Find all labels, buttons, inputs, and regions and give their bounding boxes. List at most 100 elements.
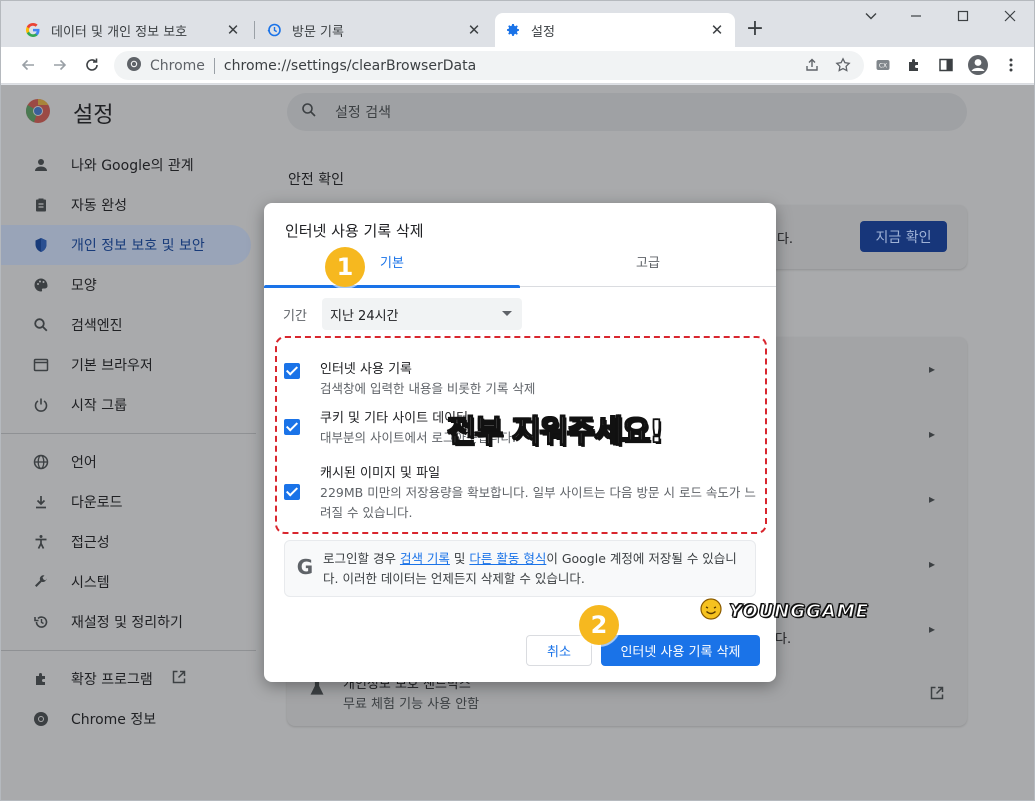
sidebar-item-privacy-security[interactable]: 개인 정보 보호 및 보안 — [1, 225, 251, 265]
chevron-right-icon: ▸ — [929, 362, 936, 376]
sidebar-item-reset[interactable]: 재설정 및 정리하기 — [1, 602, 256, 642]
tab-advanced[interactable]: 고급 — [520, 249, 776, 287]
download-icon — [31, 492, 51, 512]
google-g-icon — [25, 22, 41, 38]
sidebar-item-search-engine[interactable]: 검색엔진 — [1, 305, 256, 345]
external-link-icon[interactable] — [929, 685, 945, 705]
clear-data-button[interactable]: 인터넷 사용 기록 삭제 — [601, 635, 760, 666]
sidebar-item-about-chrome[interactable]: Chrome 정보 — [1, 699, 256, 739]
sidebar-item-languages[interactable]: 언어 — [1, 442, 256, 482]
privacy-card-text: 다. — [775, 632, 792, 647]
bookmark-star-icon[interactable] — [831, 53, 855, 77]
share-icon[interactable] — [800, 53, 824, 77]
tab-close-button[interactable]: ✕ — [466, 22, 482, 38]
power-icon — [31, 395, 51, 415]
back-button[interactable] — [16, 53, 40, 77]
tab-close-button[interactable]: ✕ — [709, 22, 725, 38]
option-title: 인터넷 사용 기록 — [320, 362, 412, 377]
tab-history[interactable]: 방문 기록 ✕ — [256, 13, 492, 47]
option-title: 쿠키 및 기타 사이트 데이터 — [320, 411, 469, 426]
sidebar-item-label: 언어 — [71, 455, 97, 471]
watermark: YOUNGGAME — [699, 597, 869, 625]
search-icon — [31, 315, 51, 335]
settings-header: 설정 — [25, 97, 113, 129]
settings-search-input[interactable]: 설정 검색 — [287, 93, 967, 131]
tab-privacy[interactable]: 데이터 및 개인 정보 보호 ✕ — [15, 13, 251, 47]
menu-kebab-icon[interactable] — [999, 53, 1023, 77]
tab-title: 설정 — [531, 24, 555, 40]
option-desc: 검색창에 입력한 내용을 비롯한 기록 삭제 — [320, 381, 536, 396]
minimize-button[interactable] — [904, 9, 928, 29]
option-desc: 229MB 미만의 저장용량을 확보합니다. 일부 사이트는 다음 방문 시 로… — [320, 485, 756, 520]
chrome-icon — [31, 709, 51, 729]
gear-icon — [505, 22, 521, 38]
tab-strip: 데이터 및 개인 정보 보호 ✕ 방문 기록 ✕ 설정 ✕ + — [1, 1, 1034, 47]
smiley-icon — [699, 597, 723, 625]
restore-icon — [31, 612, 51, 632]
tab-close-button[interactable]: ✕ — [225, 22, 241, 38]
puzzle-icon[interactable] — [902, 53, 926, 77]
sidebar-item-accessibility[interactable]: 접근성 — [1, 522, 256, 562]
sidebar-item-label: 자동 완성 — [71, 198, 127, 214]
sidebar-item-label: 재설정 및 정리하기 — [71, 615, 183, 631]
sidebar-item-you-and-google[interactable]: 나와 Google의 관계 — [1, 145, 256, 185]
sidebar-divider — [1, 650, 256, 651]
accessibility-icon — [31, 532, 51, 552]
tab-title: 방문 기록 — [292, 24, 344, 40]
safety-check-title: 안전 확인 — [288, 172, 344, 188]
other-activity-link[interactable]: 다른 활동 형식 — [469, 551, 546, 566]
tab-title: 데이터 및 개인 정보 보호 — [51, 24, 188, 40]
notice-pre: 로그인할 경우 — [323, 551, 400, 566]
notice-mid: 및 — [449, 551, 470, 566]
sidebar-item-extensions[interactable]: 확장 프로그램 — [1, 659, 256, 699]
tab-basic[interactable]: 기본 — [264, 249, 520, 288]
dialog-title: 인터넷 사용 기록 삭제 — [285, 222, 424, 240]
sidebar-item-label: 시작 그룹 — [71, 398, 127, 414]
browsing-history-checkbox[interactable] — [284, 363, 300, 379]
step-badge-1: 1 — [325, 247, 365, 287]
maximize-button[interactable] — [951, 9, 975, 29]
cancel-button[interactable]: 취소 — [526, 635, 592, 666]
notice-text: 로그인할 경우 검색 기록 및 다른 활동 형식이 Google 계정에 저장될… — [323, 549, 747, 589]
palette-icon — [31, 275, 51, 295]
sidebar-item-label: 검색엔진 — [71, 318, 123, 334]
sidebar-item-autofill[interactable]: 자동 완성 — [1, 185, 256, 225]
sidebar-item-on-startup[interactable]: 시작 그룹 — [1, 385, 256, 425]
sidebar-divider — [1, 433, 256, 434]
dropdown-arrow-icon — [502, 311, 512, 316]
cache-checkbox[interactable] — [284, 484, 300, 500]
sidebar-item-default-browser[interactable]: 기본 브라우저 — [1, 345, 256, 385]
forward-button[interactable] — [48, 53, 72, 77]
profile-avatar[interactable] — [966, 53, 990, 77]
puzzle-icon — [31, 669, 51, 689]
address-url: chrome://settings/clearBrowserData — [223, 57, 477, 74]
settings-sidebar: 나와 Google의 관계 자동 완성 개인 정보 보호 및 보안 모양 검색엔… — [1, 145, 256, 739]
search-history-link[interactable]: 검색 기록 — [400, 551, 450, 566]
cookies-checkbox[interactable] — [284, 419, 300, 435]
reload-button[interactable] — [80, 53, 104, 77]
close-window-button[interactable] — [998, 9, 1022, 29]
shield-icon — [31, 235, 51, 255]
tab-search-icon[interactable] — [859, 9, 883, 29]
chevron-right-icon: ▸ — [929, 492, 936, 506]
tab-settings[interactable]: 설정 ✕ — [495, 13, 735, 47]
sidebar-item-label: Chrome 정보 — [71, 712, 157, 728]
side-panel-icon[interactable] — [934, 53, 958, 77]
time-range-value: 지난 24시간 — [330, 308, 399, 324]
sidebar-item-system[interactable]: 시스템 — [1, 562, 256, 602]
sidebar-item-label: 기본 브라우저 — [71, 358, 153, 374]
address-bar[interactable]: Chrome chrome://settings/clearBrowserDat… — [114, 51, 864, 80]
google-g-icon: G — [296, 555, 314, 579]
address-divider — [213, 57, 215, 74]
new-tab-button[interactable]: + — [743, 18, 767, 42]
check-now-button[interactable]: 지금 확인 — [860, 221, 947, 252]
sidebar-item-downloads[interactable]: 다운로드 — [1, 482, 256, 522]
browser-window: 데이터 및 개인 정보 보호 ✕ 방문 기록 ✕ 설정 ✕ + Chrome c… — [0, 0, 1035, 801]
flask-icon — [309, 680, 325, 700]
sidebar-item-appearance[interactable]: 모양 — [1, 265, 256, 305]
watermark-text: YOUNGGAME — [728, 600, 870, 622]
chrome-logo-icon — [25, 98, 51, 128]
callout-text: 전부 지워주세요! — [446, 413, 664, 450]
time-range-select[interactable]: 지난 24시간 — [322, 298, 522, 330]
extension-icon[interactable]: CX — [871, 53, 895, 77]
